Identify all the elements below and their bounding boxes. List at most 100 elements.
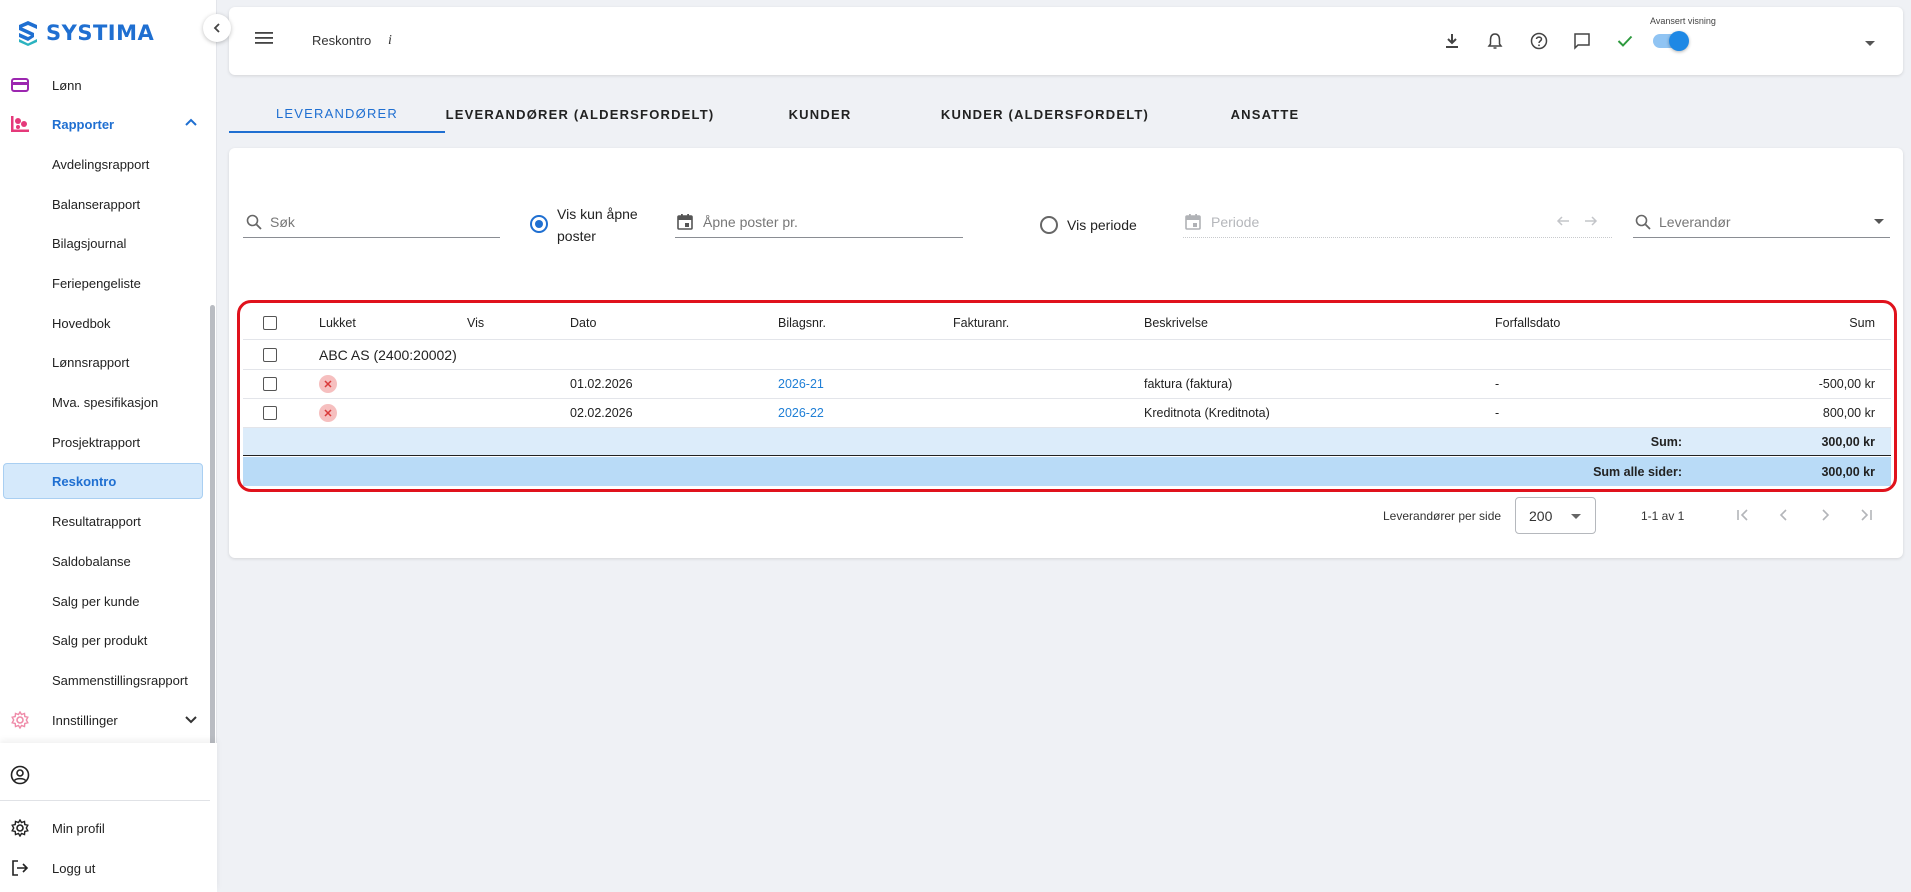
col-vis[interactable]: Vis (467, 306, 484, 339)
menu-icon[interactable] (255, 31, 273, 50)
sidebar-item-innstillinger[interactable]: Innstillinger (0, 702, 210, 738)
due-date-cell: - (1495, 406, 1500, 420)
period-field[interactable]: Periode (1183, 206, 1612, 238)
next-page-button[interactable] (1813, 503, 1837, 527)
last-page-button[interactable] (1854, 503, 1878, 527)
sidebar-item-lonn[interactable]: Lønn (0, 67, 210, 103)
sidebar-item-rapporter[interactable]: Rapporter (0, 106, 210, 142)
open-posts-date-field[interactable]: Åpne poster pr. (675, 206, 963, 238)
logout-icon (10, 858, 30, 878)
sidebar-item-mva-spesifikasjon[interactable]: Mva. spesifikasjon (0, 384, 210, 420)
select-all-checkbox-cell (263, 306, 277, 339)
col-lukket[interactable]: Lukket (319, 306, 356, 339)
sidebar-divider (0, 800, 210, 801)
col-dato[interactable]: Dato (570, 306, 596, 339)
col-fakturanr[interactable]: Fakturanr. (953, 306, 1009, 339)
tab-kunder[interactable]: KUNDER (715, 95, 925, 133)
info-icon[interactable]: i (388, 33, 392, 49)
group-row: ABC AS (2400:20002) (243, 340, 1891, 370)
chevron-down-icon[interactable] (184, 712, 198, 729)
sidebar-item-bilagsjournal[interactable]: Bilagsjournal (0, 225, 210, 261)
open-posts-radio-label[interactable]: Vis kun åpne poster (557, 203, 638, 247)
search-icon (1635, 214, 1651, 230)
sidebar-scrollbar[interactable] (210, 305, 215, 745)
tab-leverandorer[interactable]: LEVERANDØRER (229, 95, 445, 133)
card-icon (10, 75, 30, 95)
prev-page-button[interactable] (1772, 503, 1796, 527)
tab-ansatte[interactable]: ANSATTE (1165, 95, 1365, 133)
chevron-up-icon[interactable] (184, 116, 198, 133)
sidebar-item-feriepengeliste[interactable]: Feriepengeliste (0, 265, 210, 301)
arrow-left-icon[interactable] (1556, 215, 1570, 227)
account-circle-icon[interactable] (10, 765, 30, 790)
sidebar-item-logg-ut[interactable]: Logg ut (0, 850, 210, 886)
period-radio[interactable] (1040, 216, 1058, 234)
sidebar-item-balanserapport[interactable]: Balanserapport (0, 186, 210, 222)
col-forfallsdato[interactable]: Forfallsdato (1495, 306, 1560, 339)
systima-logo[interactable]: SYSTIMA (16, 20, 154, 46)
sidebar-item-sammenstillingsrapport[interactable]: Sammenstillingsrapport (0, 662, 210, 698)
sidebar-nav[interactable]: Lønn Rapporter Avdelingsrapport Balanser… (0, 62, 217, 742)
table-row: ✕ 02.02.2026 2026-22 Kreditnota (Kreditn… (243, 399, 1891, 428)
period-radio-label[interactable]: Vis periode (1067, 214, 1137, 236)
advanced-view-toggle[interactable] (1653, 31, 1689, 51)
sidebar-item-salg-per-kunde[interactable]: Salg per kunde (0, 583, 210, 619)
last-page-icon (1861, 509, 1872, 521)
sum-label: Sum: (1650, 434, 1682, 449)
row-checkbox[interactable] (263, 406, 277, 420)
group-checkbox[interactable] (263, 347, 277, 362)
supplier-select[interactable]: Leverandør (1633, 206, 1890, 238)
toggle-knob (1669, 31, 1689, 51)
table-row: ✕ 01.02.2026 2026-21 faktura (faktura) -… (243, 370, 1891, 399)
col-beskrivelse[interactable]: Beskrivelse (1144, 306, 1208, 339)
download-icon[interactable] (1440, 29, 1464, 53)
logo-text: SYSTIMA (46, 21, 155, 45)
first-page-button[interactable] (1731, 503, 1755, 527)
sum-cell: -500,00 kr (1818, 377, 1875, 391)
open-posts-placeholder: Åpne poster pr. (703, 213, 798, 230)
col-bilagsnr[interactable]: Bilagsnr. (778, 306, 826, 339)
sidebar-collapse-button[interactable] (203, 14, 231, 42)
sum-all-row: Sum alle sider: 300,00 kr (243, 457, 1891, 486)
caret-down-icon[interactable] (1874, 219, 1884, 225)
tab-kunder-aldersfordelt[interactable]: KUNDER (ALDERSFORDELT) (925, 95, 1165, 133)
sidebar-item-resultatrapport[interactable]: Resultatrapport (0, 503, 210, 539)
sidebar-item-label: Hovedbok (52, 315, 111, 331)
supplier-placeholder: Leverandør (1659, 213, 1731, 230)
sum-cell: 800,00 kr (1822, 406, 1875, 420)
checkmark-icon[interactable] (1613, 29, 1637, 53)
sidebar-item-label: Saldobalanse (52, 553, 131, 569)
row-checkbox[interactable] (263, 377, 277, 391)
search-input[interactable]: Søk (243, 206, 500, 238)
sidebar-item-reskontro[interactable]: Reskontro (3, 463, 203, 499)
chat-icon[interactable] (1570, 29, 1594, 53)
tab-leverandorer-aldersfordelt[interactable]: LEVERANDØRER (ALDERSFORDELT) (445, 95, 715, 133)
account-dropdown[interactable] (1865, 34, 1875, 52)
description-cell: Kreditnota (Kreditnota) (1144, 406, 1270, 420)
report-icon (10, 114, 30, 134)
sidebar-item-hovedbok[interactable]: Hovedbok (0, 305, 210, 341)
sidebar-item-label: Innstillinger (52, 712, 118, 728)
sidebar-item-lonnsrapport[interactable]: Lønnsrapport (0, 344, 210, 380)
select-all-checkbox[interactable] (263, 315, 277, 330)
settings-icon (10, 818, 30, 838)
col-sum[interactable]: Sum (1743, 306, 1875, 339)
help-icon[interactable] (1527, 29, 1551, 53)
table-header: Lukket Vis Dato Bilagsnr. Fakturanr. Bes… (243, 306, 1891, 340)
arrow-right-icon[interactable] (1584, 215, 1598, 227)
group-name: ABC AS (2400:20002) (319, 346, 457, 363)
bell-icon[interactable] (1483, 29, 1507, 53)
voucher-link[interactable]: 2026-21 (778, 370, 824, 398)
group-checkbox-cell (263, 340, 277, 369)
sidebar-item-label: Feriepengeliste (52, 275, 141, 291)
voucher-link[interactable]: 2026-22 (778, 399, 824, 427)
sidebar-item-prosjektrapport[interactable]: Prosjektrapport (0, 424, 210, 460)
sidebar-item-salg-per-produkt[interactable]: Salg per produkt (0, 622, 210, 658)
sidebar-item-saldobalanse[interactable]: Saldobalanse (0, 543, 210, 579)
sidebar-item-min-profil[interactable]: Min profil (0, 810, 210, 846)
per-page-select[interactable]: 200 (1515, 497, 1596, 534)
chevron-left-icon (1779, 509, 1787, 521)
sidebar-item-avdelingsrapport[interactable]: Avdelingsrapport (0, 146, 210, 182)
open-posts-radio[interactable] (530, 215, 548, 233)
close-icon: ✕ (319, 404, 337, 422)
